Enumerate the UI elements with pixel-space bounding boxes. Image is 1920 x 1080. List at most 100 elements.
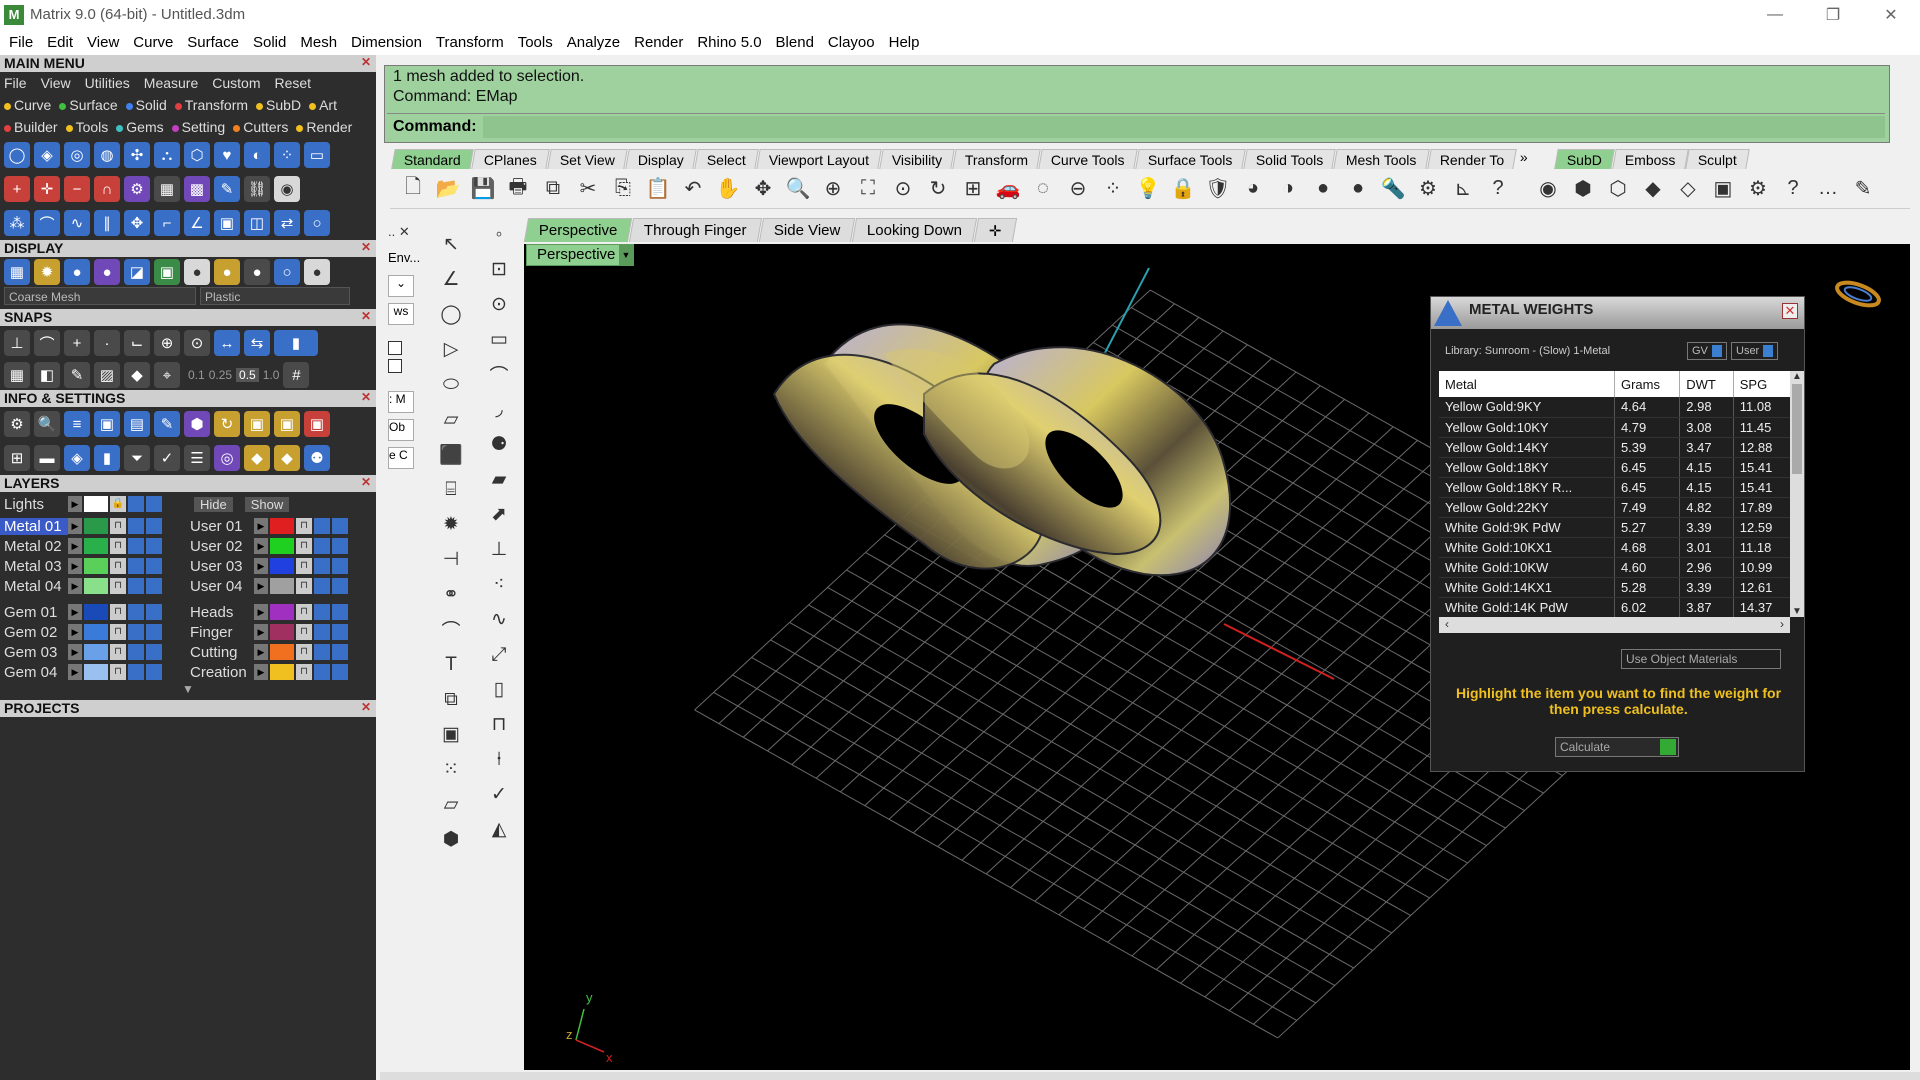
rectangle-icon[interactable]: ▭ — [484, 325, 514, 354]
lock-icon[interactable]: ⊓ — [296, 624, 312, 640]
subd-tool-icon[interactable]: ⬢ — [1568, 174, 1598, 204]
subtract-icon[interactable]: − — [64, 176, 90, 202]
close-icon[interactable]: ✕ — [359, 241, 373, 255]
grid-icon[interactable]: ▦ — [154, 176, 180, 202]
box-icon[interactable]: ▣ — [94, 411, 120, 437]
visible-icon[interactable] — [314, 644, 330, 660]
visible2-icon[interactable] — [146, 624, 162, 640]
visible-icon[interactable] — [128, 578, 144, 594]
table-row[interactable]: Yellow Gold:18KY 6.45 4.15 15.41 — [1439, 457, 1792, 478]
star-icon[interactable]: ✹ — [436, 510, 466, 539]
close-icon[interactable]: ✕ — [359, 56, 373, 70]
stone-icon[interactable]: ◆ — [244, 445, 270, 471]
check-icon[interactable]: ✓ — [484, 780, 514, 809]
subd-tool3-icon[interactable]: ◆ — [1638, 174, 1668, 204]
tab-visibility[interactable]: Visibility — [878, 149, 955, 169]
menu-surface[interactable]: Surface — [180, 34, 246, 51]
layer-row[interactable]: Creation ▶ ⊓ — [186, 662, 372, 682]
sculpt-icon[interactable]: ✎ — [1848, 174, 1878, 204]
main-menu-item-cutters[interactable]: Cutters — [233, 119, 288, 135]
flip-icon[interactable]: ⇄ — [274, 210, 300, 236]
ob-button[interactable]: Ob — [388, 419, 414, 441]
visible2-icon[interactable] — [332, 664, 348, 680]
light-bulb-icon[interactable]: 💡 — [1133, 174, 1163, 204]
gem-icon[interactable]: ◈ — [64, 445, 90, 471]
close-icon[interactable]: ✕ — [359, 701, 373, 715]
perp-snap-icon[interactable]: ⌙ — [124, 330, 150, 356]
visible-icon[interactable] — [128, 624, 144, 640]
material-icon[interactable]: 🛡 — [1203, 174, 1233, 204]
gv-toggle[interactable]: GV — [1687, 342, 1727, 360]
tab-cplanes[interactable]: CPlanes — [471, 149, 550, 169]
doc-icon[interactable]: ▤ — [124, 411, 150, 437]
split-icon[interactable]: ◫ — [244, 210, 270, 236]
tab-viewport-layout[interactable]: Viewport Layout — [755, 149, 882, 169]
visible2-icon[interactable] — [146, 578, 162, 594]
visible2-icon[interactable] — [146, 604, 162, 620]
pencil-icon[interactable]: ✎ — [214, 176, 240, 202]
help-icon[interactable]: ? — [1483, 174, 1513, 204]
map-icon[interactable]: ▯ — [484, 675, 514, 704]
layer-name[interactable]: User 01 — [186, 518, 254, 535]
layer-row[interactable]: Metal 03 ▶ ⊓ — [0, 556, 186, 576]
more-icon[interactable]: … — [1813, 174, 1843, 204]
expand-icon[interactable]: ▶ — [68, 558, 82, 574]
render-blue-icon[interactable]: ● — [1343, 174, 1373, 204]
menu-view[interactable]: View — [80, 34, 126, 51]
group-icon[interactable]: ⧉ — [436, 685, 466, 714]
snap-value-0[interactable]: 0.1 — [188, 368, 205, 382]
layer-row[interactable]: Gem 03 ▶ ⊓ — [0, 642, 186, 662]
layer-row[interactable]: User 03 ▶ ⊓ — [186, 556, 372, 576]
layer-row[interactable]: Gem 04 ▶ ⊓ — [0, 662, 186, 682]
tab-display[interactable]: Display — [624, 149, 697, 169]
layer-name[interactable]: Cutting — [186, 644, 254, 661]
lock-icon[interactable]: ⊓ — [296, 578, 312, 594]
tab-set-view[interactable]: Set View — [546, 149, 628, 169]
column-header-metal[interactable]: Metal — [1439, 371, 1615, 397]
layer-row[interactable]: Gem 02 ▶ ⊓ — [0, 622, 186, 642]
main-menu-item-render[interactable]: Render — [296, 119, 352, 135]
layer-row[interactable]: Metal 01 ▶ ⊓ — [0, 516, 186, 536]
layer-color[interactable] — [84, 518, 108, 534]
m-button[interactable]: : M — [388, 391, 414, 413]
layer-color[interactable] — [84, 558, 108, 574]
zoom-icon[interactable]: 🔍 — [34, 411, 60, 437]
layer-color[interactable] — [84, 664, 108, 680]
lock-icon[interactable]: ⊓ — [110, 624, 126, 640]
frame2-icon[interactable]: ▣ — [274, 411, 300, 437]
point-snap-icon[interactable]: + — [64, 330, 90, 356]
circle-tool-icon[interactable]: ◯ — [4, 142, 30, 168]
table-row[interactable]: Yellow Gold:9KY 4.64 2.98 11.08 — [1439, 397, 1792, 418]
expand-icon[interactable]: ▶ — [254, 558, 268, 574]
visible2-icon[interactable] — [332, 644, 348, 660]
circle-point-icon[interactable]: ⊙ — [484, 290, 514, 319]
rotate-icon[interactable]: ↻ — [214, 411, 240, 437]
lock-icon[interactable]: 🔒 — [110, 496, 126, 512]
ghost-icon[interactable]: ◪ — [124, 259, 150, 285]
table-row[interactable]: White Gold:10KX1 4.68 3.01 11.18 — [1439, 537, 1792, 558]
layer-name[interactable]: User 03 — [186, 558, 254, 575]
options-icon[interactable]: ⚙ — [1413, 174, 1443, 204]
mid-snap-icon[interactable]: · — [94, 330, 120, 356]
visible-icon[interactable] — [128, 538, 144, 554]
hatch-icon[interactable]: ▨ — [94, 362, 120, 388]
calculate-button[interactable]: Calculate — [1555, 737, 1679, 757]
layer-name[interactable]: User 02 — [186, 538, 254, 555]
checkbox[interactable] — [388, 341, 402, 355]
expand-icon[interactable]: ▶ — [68, 604, 82, 620]
curve-icon[interactable]: ⌒ — [34, 210, 60, 236]
cut-tool-icon[interactable]: ◐ — [244, 142, 270, 168]
main-menu-item-tools[interactable]: Tools — [65, 119, 108, 135]
visible-icon[interactable] — [314, 558, 330, 574]
material-select[interactable]: Plastic — [200, 287, 350, 305]
layer-color[interactable] — [84, 644, 108, 660]
viewport-tab-perspective[interactable]: Perspective — [523, 218, 633, 242]
side-panel-close[interactable]: .. ✕ — [388, 224, 428, 244]
main-menu-item-solid[interactable]: Solid — [125, 97, 167, 113]
layer-color[interactable] — [270, 624, 294, 640]
table-row[interactable]: White Gold:14K PdW 6.02 3.87 14.37 — [1439, 597, 1792, 618]
filter-icon[interactable]: ⏷ — [124, 445, 150, 471]
main-menu-measure[interactable]: Measure — [144, 75, 198, 91]
user-toggle[interactable]: User — [1731, 342, 1779, 360]
expand-icon[interactable]: ▶ — [254, 664, 268, 680]
